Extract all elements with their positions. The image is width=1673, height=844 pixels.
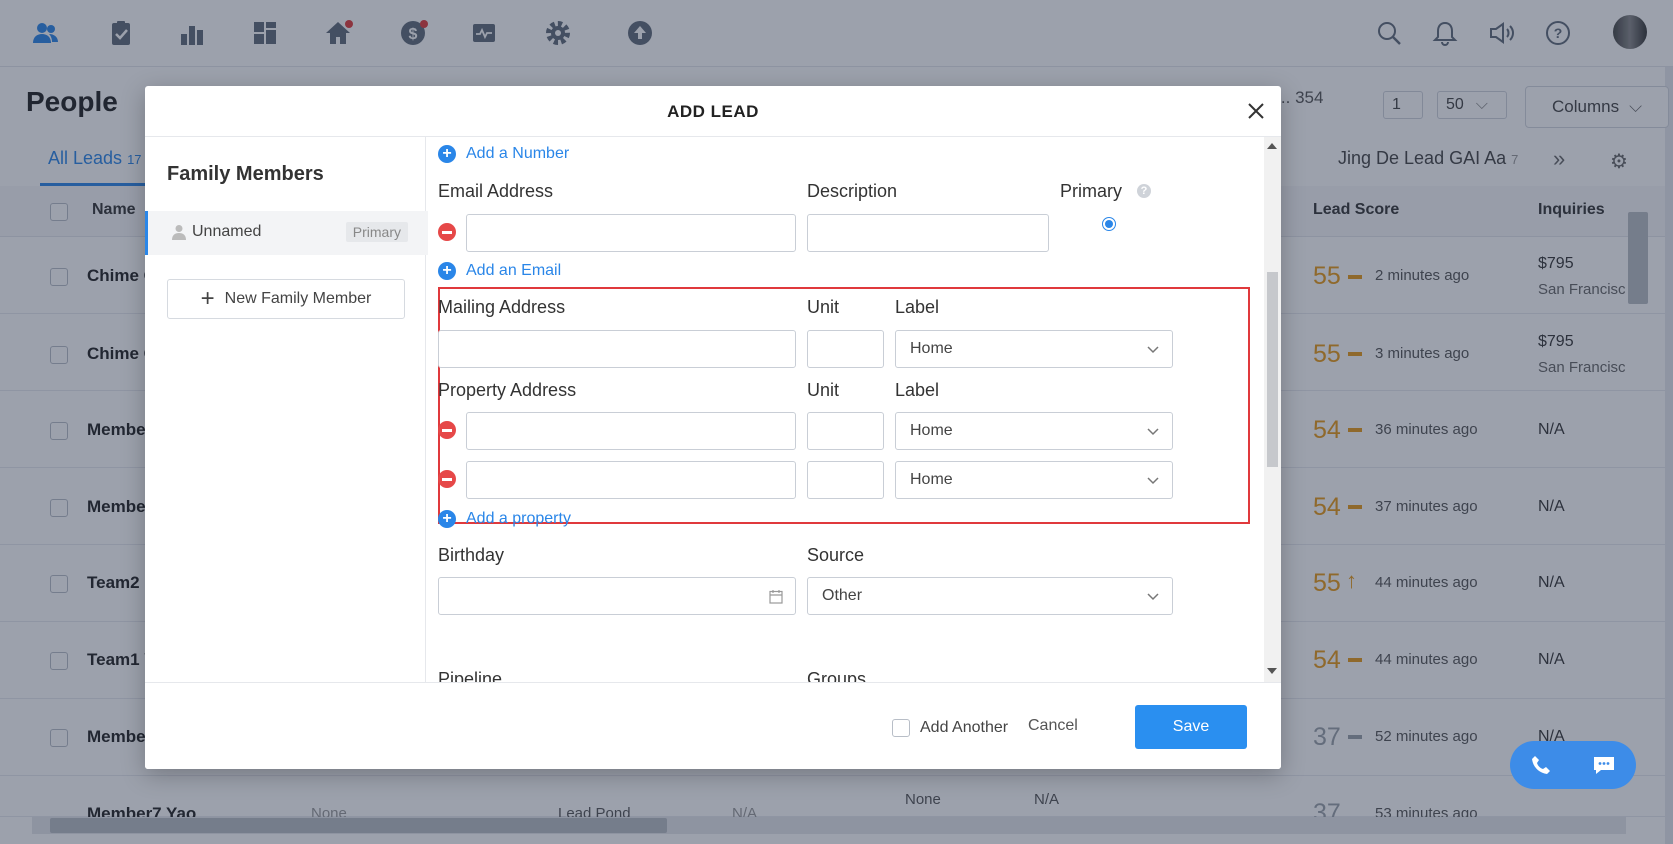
chevron-down-icon — [1147, 346, 1159, 354]
property-address-label: Property Address — [438, 380, 577, 400]
person-icon — [172, 225, 186, 240]
plus-circle-icon: + — [438, 145, 456, 163]
form-scrollbar[interactable] — [1264, 137, 1281, 682]
plus-circle-icon: + — [438, 510, 456, 528]
family-member-item[interactable]: Unnamed Primary — [145, 211, 428, 255]
property-unit-input[interactable] — [807, 461, 884, 499]
scroll-up-icon[interactable] — [1267, 143, 1277, 149]
description-label: Description — [807, 181, 898, 201]
chevron-down-icon — [1147, 428, 1159, 436]
label-label: Label — [895, 380, 940, 400]
add-email-link[interactable]: + Add an Email — [438, 262, 561, 280]
add-property-label: Add a property — [466, 510, 571, 527]
remove-property-icon[interactable] — [438, 421, 456, 439]
birthday-input[interactable] — [438, 577, 796, 615]
add-another-toggle[interactable]: Add Another — [892, 719, 1008, 737]
plus-circle-icon: + — [438, 262, 456, 280]
contact-fab — [1510, 741, 1636, 789]
select-value: Home — [910, 471, 953, 488]
family-members-title: Family Members — [167, 163, 324, 185]
source-label: Source — [807, 545, 865, 565]
property-label-select[interactable]: Home — [895, 412, 1173, 450]
mailing-label-select[interactable]: Home — [895, 330, 1173, 368]
close-icon — [1248, 103, 1264, 119]
cancel-button[interactable]: Cancel — [1028, 717, 1078, 735]
email-input[interactable] — [466, 214, 796, 252]
chevron-down-icon — [1147, 477, 1159, 485]
add-email-label: Add an Email — [466, 262, 562, 279]
add-number-link[interactable]: + Add a Number — [438, 145, 569, 163]
add-property-link[interactable]: + Add a property — [438, 510, 571, 528]
mailing-address-input[interactable] — [438, 330, 796, 368]
close-button[interactable] — [1241, 96, 1271, 126]
modal-footer: Add Another Cancel Save — [145, 682, 1281, 769]
modal-title: ADD LEAD — [667, 102, 759, 121]
new-member-label: New Family Member — [224, 290, 372, 307]
form-scroll-thumb[interactable] — [1267, 272, 1278, 467]
chat-icon[interactable] — [1592, 754, 1616, 776]
modal-header: ADD LEAD — [145, 86, 1281, 137]
remove-property-icon[interactable] — [438, 470, 456, 488]
description-input[interactable] — [807, 214, 1049, 252]
primary-label: Primary — [1060, 181, 1122, 201]
pipeline-label: Pipeline — [438, 669, 503, 682]
add-another-checkbox[interactable] — [892, 719, 910, 737]
groups-label: Groups — [807, 669, 867, 682]
add-number-label: Add a Number — [466, 145, 570, 162]
lead-form: + Add a Number Email Address Description … — [426, 137, 1266, 682]
property-unit-input[interactable] — [807, 412, 884, 450]
plus-icon: + — [200, 285, 215, 312]
property-address-input[interactable] — [466, 412, 796, 450]
save-button[interactable]: Save — [1135, 705, 1247, 749]
property-address-input[interactable] — [466, 461, 796, 499]
phone-icon[interactable] — [1530, 754, 1552, 776]
unit-label: Unit — [807, 297, 840, 317]
unit-label: Unit — [807, 380, 840, 400]
mailing-address-label: Mailing Address — [438, 297, 566, 317]
add-another-label: Add Another — [920, 719, 1009, 736]
help-icon[interactable]: ? — [1137, 184, 1151, 198]
email-label: Email Address — [438, 181, 554, 201]
member-name: Unnamed — [192, 223, 262, 240]
add-lead-modal: ADD LEAD Family Members Unnamed Primary … — [145, 86, 1281, 769]
primary-radio[interactable] — [1102, 217, 1116, 231]
birthday-label: Birthday — [438, 545, 505, 565]
mailing-unit-input[interactable] — [807, 330, 884, 368]
select-value: Home — [910, 422, 953, 439]
scroll-down-icon[interactable] — [1267, 668, 1277, 674]
chevron-down-icon — [1147, 593, 1159, 601]
new-family-member-button[interactable]: + New Family Member — [167, 279, 405, 319]
remove-email-icon[interactable] — [438, 223, 456, 241]
select-value: Home — [910, 340, 953, 357]
source-select[interactable]: Other — [807, 577, 1173, 615]
family-members-panel: Family Members Unnamed Primary + New Fam… — [145, 137, 428, 682]
select-value: Other — [822, 587, 863, 604]
calendar-icon[interactable] — [769, 589, 783, 604]
label-label: Label — [895, 297, 940, 317]
primary-badge: Primary — [345, 222, 408, 242]
property-label-select[interactable]: Home — [895, 461, 1173, 499]
